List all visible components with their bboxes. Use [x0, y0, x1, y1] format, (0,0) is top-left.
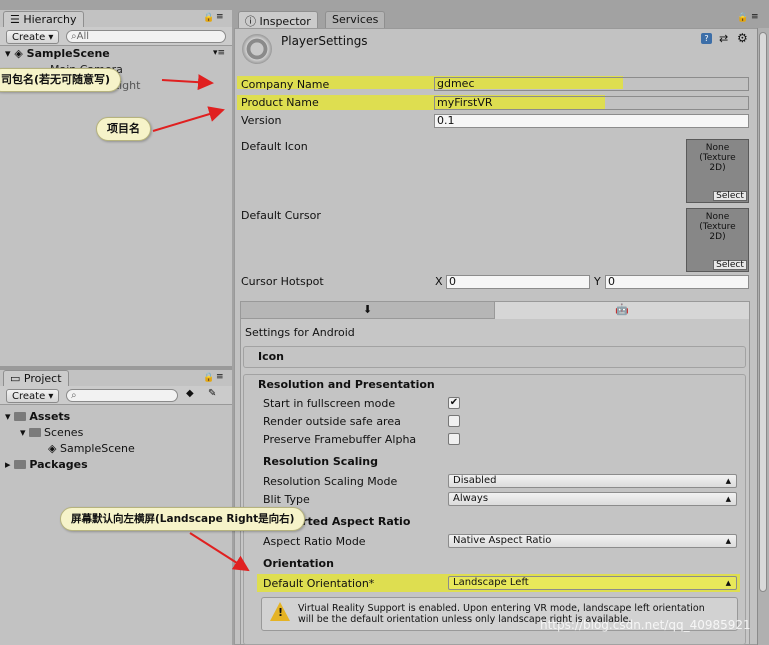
arrow-company [161, 74, 214, 91]
arrow-orientation [189, 532, 250, 572]
annotation-arrows [152, 74, 250, 572]
arrow-product [152, 106, 225, 132]
